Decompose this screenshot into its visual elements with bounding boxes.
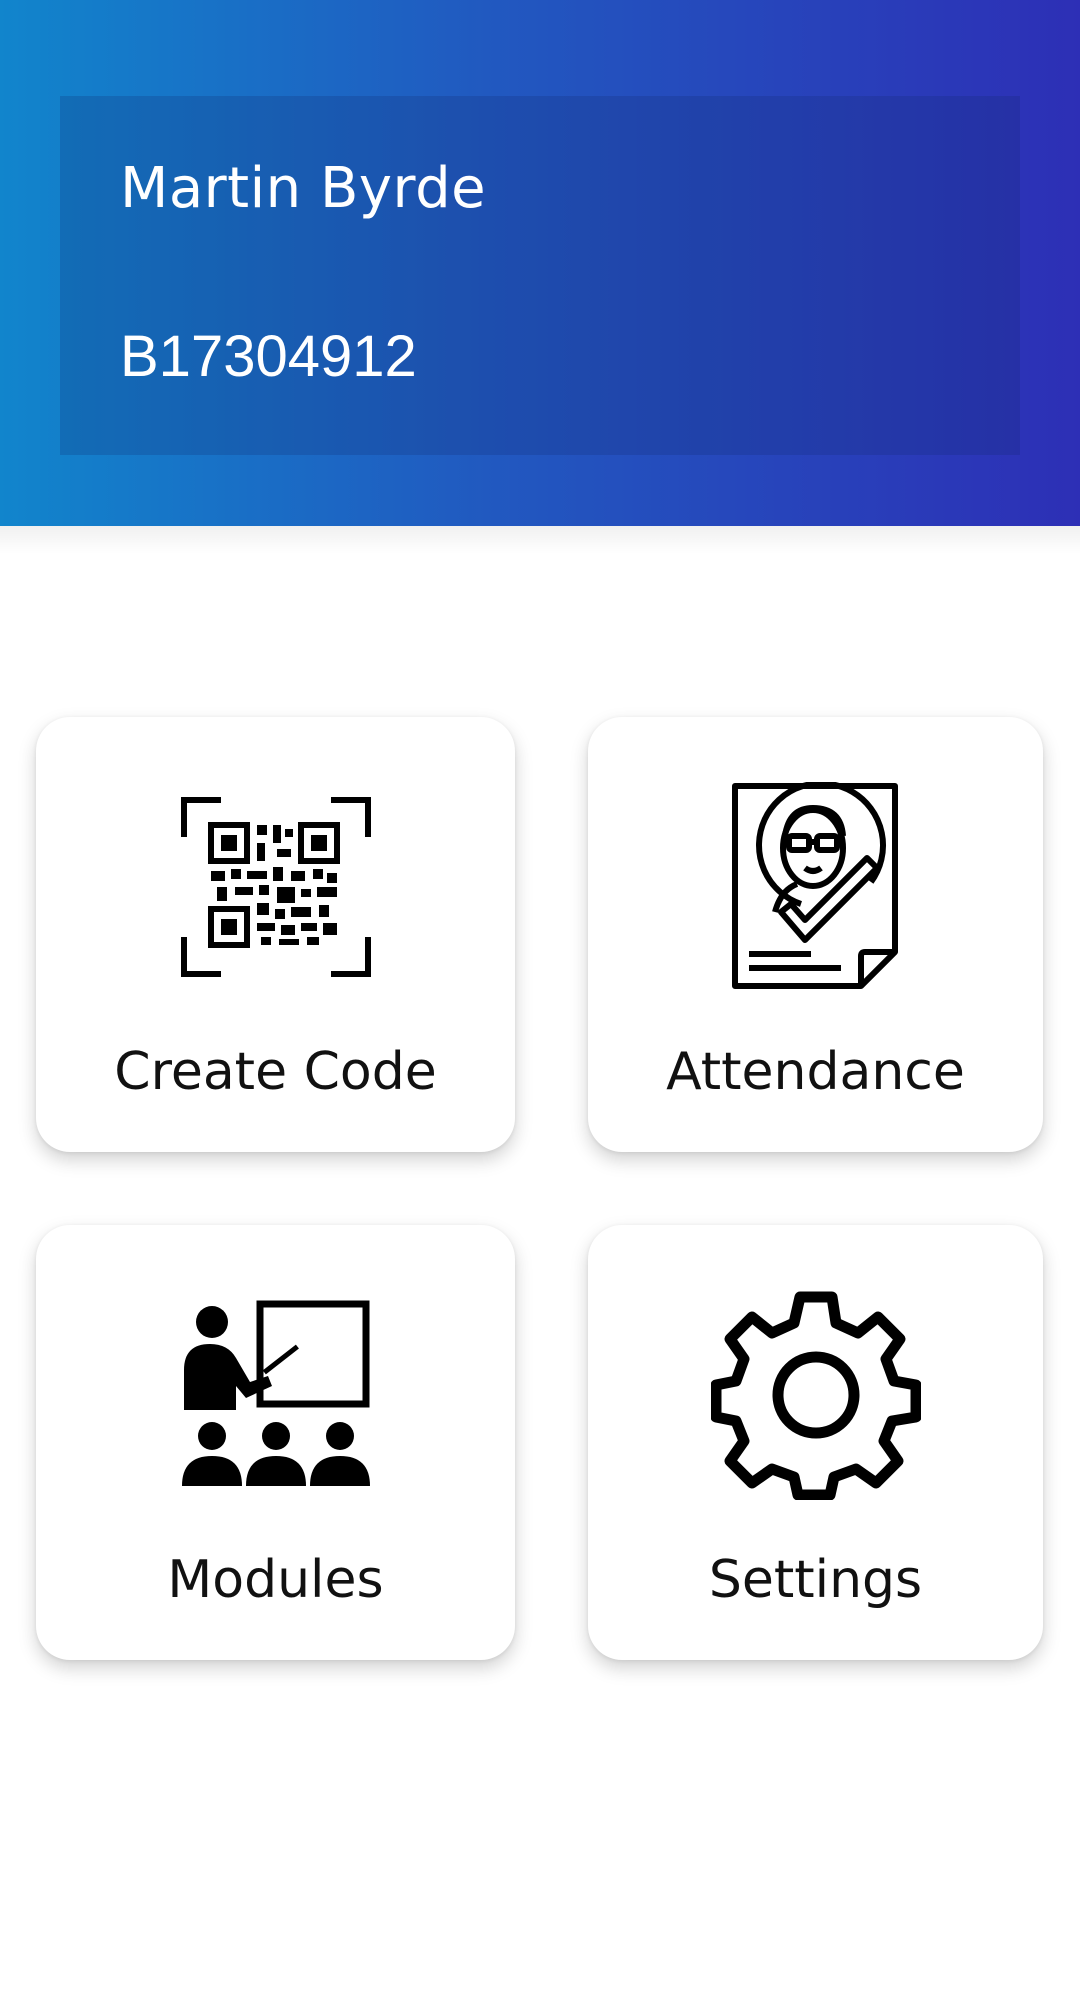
- settings-label: Settings: [708, 1550, 923, 1610]
- settings-tile[interactable]: Settings: [588, 1225, 1043, 1660]
- teacher-presentation-icon: [36, 1285, 515, 1505]
- modules-label: Modules: [167, 1550, 384, 1610]
- attendance-tile[interactable]: Attendance: [588, 717, 1043, 1152]
- profile-id: B17304912: [120, 324, 417, 389]
- attendance-document-icon: [588, 777, 1043, 997]
- profile-header: Martin Byrde B17304912: [0, 0, 1080, 526]
- create-code-label: Create Code: [114, 1042, 437, 1102]
- gear-icon: [588, 1285, 1043, 1505]
- create-code-tile[interactable]: Create Code: [36, 717, 515, 1152]
- header-shadow: [0, 526, 1080, 554]
- profile-name: Martin Byrde: [120, 156, 487, 221]
- attendance-label: Attendance: [666, 1042, 965, 1102]
- modules-tile[interactable]: Modules: [36, 1225, 515, 1660]
- profile-card: Martin Byrde B17304912: [60, 96, 1020, 455]
- qr-code-icon: [36, 777, 515, 997]
